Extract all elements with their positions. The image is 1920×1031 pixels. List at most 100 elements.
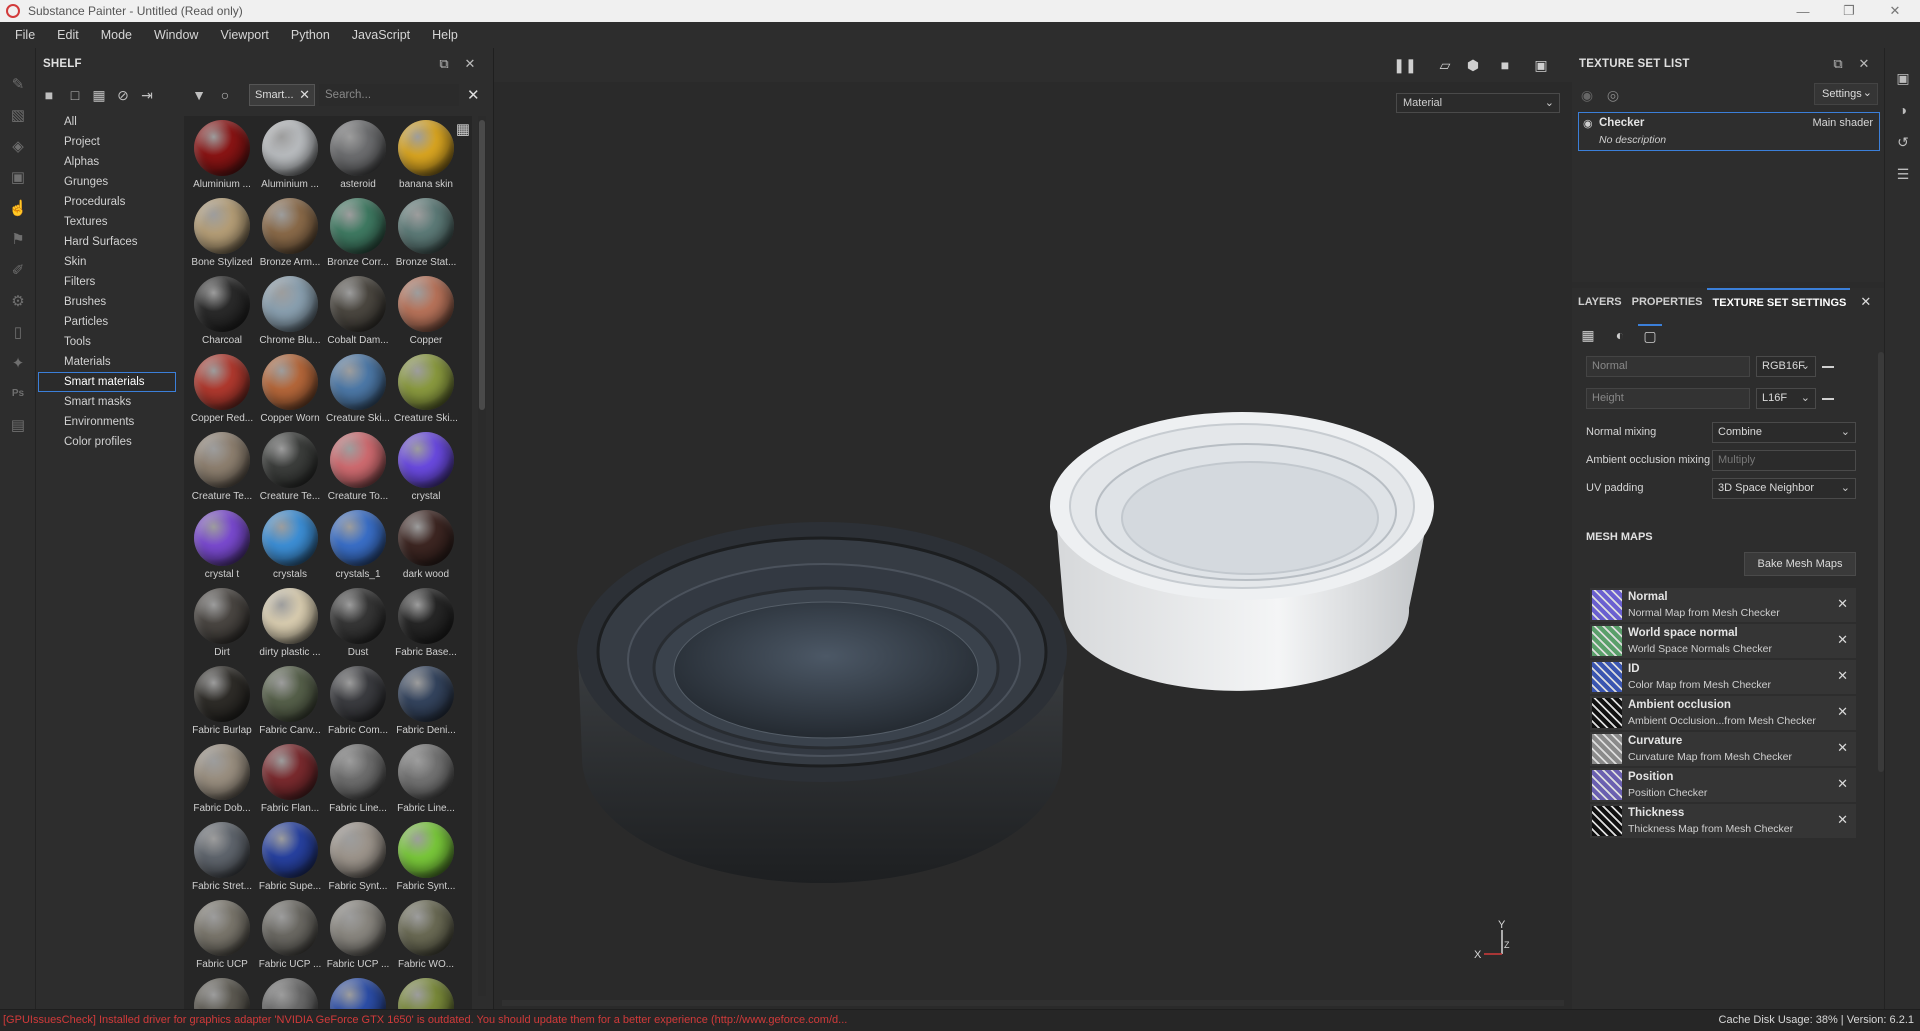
menu-javascript[interactable]: JavaScript bbox=[341, 28, 421, 42]
material-thumbnail[interactable]: Chrome Blu... bbox=[256, 276, 324, 354]
close-panel-icon[interactable]: ✕ bbox=[1856, 56, 1872, 72]
material-thumbnail[interactable]: Fabric Dob... bbox=[188, 744, 256, 822]
log-icon[interactable]: ☰ bbox=[1885, 158, 1920, 190]
tab-texture-set-settings[interactable]: TEXTURE SET SETTINGS bbox=[1706, 288, 1851, 316]
color-picker-icon[interactable]: ✐ bbox=[0, 254, 36, 285]
texture-set-item[interactable]: ◉ Checker Main shader No description bbox=[1578, 112, 1880, 151]
material-thumbnail[interactable]: Fabric UCP ... bbox=[256, 900, 324, 978]
material-thumbnail[interactable]: Copper Red... bbox=[188, 354, 256, 432]
category-color-profiles[interactable]: Color profiles bbox=[38, 432, 176, 452]
material-thumbnail[interactable]: Fabric Line... bbox=[324, 744, 392, 822]
projection-icon[interactable]: ◈ bbox=[0, 130, 36, 161]
tab-properties[interactable]: PROPERTIES bbox=[1626, 288, 1707, 316]
mesh-map-item[interactable]: Thickness Thickness Map from Mesh Checker… bbox=[1590, 804, 1856, 838]
clear-search-icon[interactable]: ✕ bbox=[467, 86, 480, 104]
material-thumbnail[interactable]: Creature Te... bbox=[256, 432, 324, 510]
category-tools[interactable]: Tools bbox=[38, 332, 176, 352]
3d-scene[interactable]: Y X Z bbox=[494, 82, 1572, 1000]
gpu-warning-message[interactable]: [GPUIssuesCheck] Installed driver for gr… bbox=[3, 1014, 847, 1026]
close-tab-icon[interactable]: ✕ bbox=[1860, 294, 1871, 310]
menu-python[interactable]: Python bbox=[280, 28, 341, 42]
history-icon[interactable]: ↺ bbox=[1885, 126, 1920, 158]
uv-icon[interactable]: ▢ bbox=[1638, 324, 1662, 346]
settings-dropdown[interactable]: Settings ⌄ bbox=[1814, 83, 1878, 105]
category-procedurals[interactable]: Procedurals bbox=[38, 192, 176, 212]
material-thumbnail[interactable]: Fabric Deni... bbox=[392, 666, 460, 744]
shader-settings-icon[interactable]: ◑ bbox=[1885, 94, 1920, 126]
hide-icon[interactable]: ⊘ bbox=[112, 85, 134, 105]
viewport-hscrollbar[interactable] bbox=[502, 1000, 1564, 1006]
material-thumbnail[interactable]: Creature Te... bbox=[188, 432, 256, 510]
filter-chip[interactable]: Smart... ✕ bbox=[249, 84, 315, 106]
export-icon[interactable]: ▤ bbox=[0, 409, 36, 440]
eraser-icon[interactable]: ▧ bbox=[0, 99, 36, 130]
normal-format-select[interactable]: RGB16F ⌄ bbox=[1756, 356, 1816, 377]
material-thumbnail[interactable]: Bronze Corr... bbox=[324, 198, 392, 276]
remove-channel-icon[interactable] bbox=[1822, 398, 1834, 400]
material-thumbnail[interactable]: Bronze Stat... bbox=[392, 198, 460, 276]
remove-map-icon[interactable]: ✕ bbox=[1837, 668, 1848, 684]
material-thumbnail[interactable]: Fabric Line... bbox=[392, 744, 460, 822]
remove-map-icon[interactable]: ✕ bbox=[1837, 812, 1848, 828]
shelf-search-input[interactable] bbox=[319, 84, 459, 106]
menu-edit[interactable]: Edit bbox=[46, 28, 90, 42]
clone-stamp-icon[interactable]: ⚑ bbox=[0, 223, 36, 254]
menu-window[interactable]: Window bbox=[143, 28, 209, 42]
mesh-map-item[interactable]: World space normal World Space Normals Ch… bbox=[1590, 624, 1856, 658]
folder-icon[interactable]: ■ bbox=[38, 85, 60, 105]
material-thumbnail[interactable]: Fabric Burlap bbox=[188, 666, 256, 744]
material-thumbnail[interactable]: Fabric Flan... bbox=[256, 744, 324, 822]
menu-mode[interactable]: Mode bbox=[90, 28, 143, 42]
chip-close-icon[interactable]: ✕ bbox=[299, 87, 310, 103]
material-thumbnail[interactable] bbox=[392, 978, 460, 1009]
material-thumbnail[interactable]: banana skin bbox=[392, 120, 460, 198]
category-filters[interactable]: Filters bbox=[38, 272, 176, 292]
photoshop-icon[interactable]: Ps bbox=[0, 378, 36, 409]
material-thumbnail[interactable] bbox=[256, 978, 324, 1009]
material-thumbnail[interactable]: Fabric UCP ... bbox=[324, 900, 392, 978]
material-thumbnail[interactable]: Fabric UCP bbox=[188, 900, 256, 978]
remove-map-icon[interactable]: ✕ bbox=[1837, 632, 1848, 648]
import-icon[interactable]: ⇥ bbox=[136, 85, 158, 105]
category-environments[interactable]: Environments bbox=[38, 412, 176, 432]
material-thumbnail[interactable]: Cobalt Dam... bbox=[324, 276, 392, 354]
menu-help[interactable]: Help bbox=[421, 28, 469, 42]
viewport[interactable]: ❚❚ ▱ ⬢ ■ ▣ Material ⌄ Y X Z bbox=[494, 48, 1572, 1009]
category-hard-surfaces[interactable]: Hard Surfaces bbox=[38, 232, 176, 252]
menu-viewport[interactable]: Viewport bbox=[209, 28, 279, 42]
material-thumbnail[interactable]: crystal t bbox=[188, 510, 256, 588]
bake-icon[interactable]: ⚙ bbox=[0, 285, 36, 316]
material-thumbnail[interactable]: Fabric Stret... bbox=[188, 822, 256, 900]
material-icon[interactable]: ◐ bbox=[1608, 324, 1632, 346]
material-thumbnail[interactable]: Fabric Synt... bbox=[324, 822, 392, 900]
mesh-map-item[interactable]: Normal Normal Map from Mesh Checker ✕ bbox=[1590, 588, 1856, 622]
material-thumbnail[interactable] bbox=[324, 978, 392, 1009]
material-thumbnail[interactable]: Creature Ski... bbox=[392, 354, 460, 432]
bake-mesh-maps-button[interactable]: Bake Mesh Maps bbox=[1744, 552, 1856, 576]
category-textures[interactable]: Textures bbox=[38, 212, 176, 232]
material-thumbnail[interactable]: Bronze Arm... bbox=[256, 198, 324, 276]
category-smart-materials[interactable]: Smart materials bbox=[38, 372, 176, 392]
close-shelf-icon[interactable]: ✕ bbox=[462, 56, 478, 72]
mesh-map-item[interactable]: Position Position Checker ✕ bbox=[1590, 768, 1856, 802]
material-thumbnail[interactable]: Copper bbox=[392, 276, 460, 354]
material-thumbnail[interactable]: Charcoal bbox=[188, 276, 256, 354]
menu-file[interactable]: File bbox=[4, 28, 46, 42]
maximize-icon[interactable]: ❐ bbox=[1826, 0, 1872, 22]
polygon-fill-icon[interactable]: ▣ bbox=[0, 161, 36, 192]
texture-set-icon[interactable]: ▦ bbox=[1576, 324, 1600, 346]
2d-view-icon[interactable]: ▱ bbox=[1434, 56, 1456, 74]
category-grunges[interactable]: Grunges bbox=[38, 172, 176, 192]
material-thumbnail[interactable]: Fabric Base... bbox=[392, 588, 460, 666]
material-thumbnail[interactable]: crystals bbox=[256, 510, 324, 588]
eye-icon[interactable]: ◉ bbox=[1583, 117, 1593, 130]
undock-icon[interactable]: ⧉ bbox=[436, 56, 452, 72]
tab-layers[interactable]: LAYERS bbox=[1572, 288, 1626, 316]
remove-map-icon[interactable]: ✕ bbox=[1837, 740, 1848, 756]
height-format-select[interactable]: L16F ⌄ bbox=[1756, 388, 1816, 409]
category-materials[interactable]: Materials bbox=[38, 352, 176, 372]
material-thumbnail[interactable]: crystals_1 bbox=[324, 510, 392, 588]
mesh-map-item[interactable]: ID Color Map from Mesh Checker ✕ bbox=[1590, 660, 1856, 694]
category-all[interactable]: All bbox=[38, 112, 176, 132]
material-thumbnail[interactable]: Fabric Com... bbox=[324, 666, 392, 744]
